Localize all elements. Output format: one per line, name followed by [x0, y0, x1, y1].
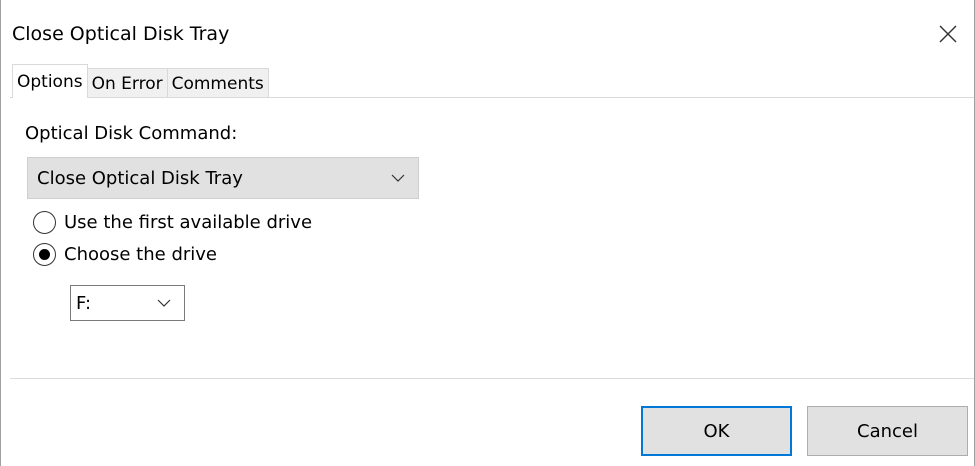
title-bar: Close Optical Disk Tray — [1, 0, 974, 64]
drive-letter-value: F: — [76, 292, 92, 314]
close-icon — [939, 25, 957, 43]
radio-choose-drive-label: Choose the drive — [64, 244, 217, 265]
tab-comments[interactable]: Comments — [166, 68, 269, 98]
ok-button-label: OK — [703, 420, 730, 442]
optical-disk-command-value: Close Optical Disk Tray — [37, 167, 243, 189]
radio-button-checked[interactable] — [33, 243, 56, 266]
close-button[interactable] — [928, 16, 968, 52]
cancel-button[interactable]: Cancel — [807, 406, 968, 456]
radio-choose-drive[interactable]: Choose the drive — [33, 243, 217, 266]
radio-first-available-drive[interactable]: Use the first available drive — [33, 211, 312, 234]
dialog-window: Close Optical Disk Tray Options On Error… — [0, 0, 975, 466]
tab-on-error[interactable]: On Error — [86, 68, 168, 98]
window-title: Close Optical Disk Tray — [12, 23, 230, 45]
tab-on-error-label: On Error — [91, 73, 163, 94]
radio-selected-dot — [39, 249, 50, 260]
optical-disk-command-select[interactable]: Close Optical Disk Tray — [27, 157, 419, 199]
tab-options-label: Options — [17, 71, 83, 92]
ok-button[interactable]: OK — [641, 406, 792, 456]
tab-options[interactable]: Options — [12, 64, 88, 98]
radio-button-unchecked[interactable] — [33, 211, 56, 234]
footer-divider — [10, 378, 974, 379]
tab-comments-label: Comments — [171, 73, 264, 94]
drive-letter-select[interactable]: F: — [70, 285, 185, 321]
radio-first-available-drive-label: Use the first available drive — [64, 212, 313, 233]
chevron-down-icon — [144, 299, 184, 307]
cancel-button-label: Cancel — [857, 420, 918, 442]
tab-strip: Options On Error Comments — [12, 64, 269, 98]
optical-disk-command-label: Optical Disk Command: — [25, 123, 238, 144]
chevron-down-icon — [378, 174, 418, 182]
